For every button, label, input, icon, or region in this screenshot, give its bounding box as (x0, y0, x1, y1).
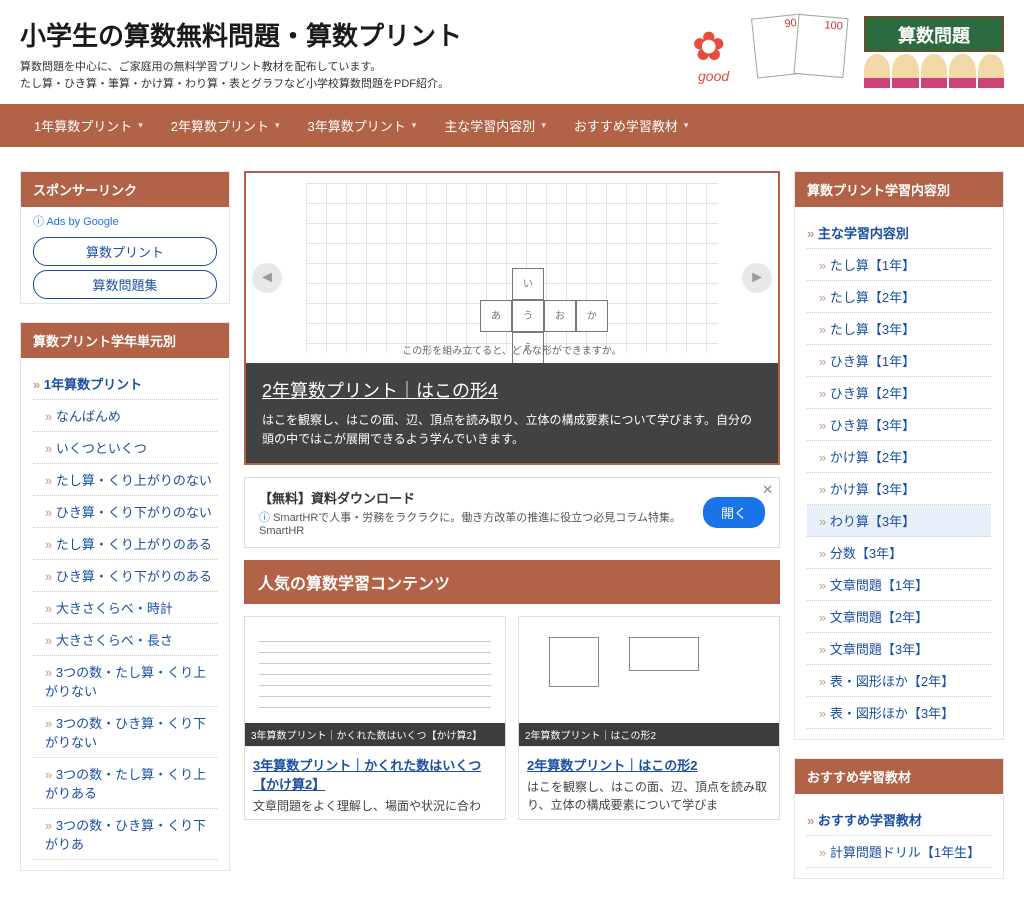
slide-title-link[interactable]: 2年算数プリント｜はこの形4 (262, 377, 762, 403)
card-desc: はこを観察し、はこの面、辺、頂点を読み取り、立体の構成要素について学びま (519, 778, 779, 818)
grade-item-4[interactable]: たし算・くり上がりのある (33, 528, 217, 560)
card-title-link[interactable]: 2年算数プリント｜はこの形2 (519, 747, 779, 778)
slider-next-button[interactable]: ► (742, 263, 772, 293)
ad-pill-1[interactable]: 算数問題集 (33, 270, 217, 299)
content-category-box: 算数プリント学習内容別 主な学習内容別 たし算【1年】たし算【2年】たし算【3年… (794, 171, 1004, 740)
ad-close-icon[interactable]: ✕ (762, 482, 773, 498)
featured-slider: いあうおかえ この形を組み立てると、どんな形ができますか。 ◄ ► 2年算数プリ… (244, 171, 780, 465)
kids-illustration (864, 54, 1004, 88)
card-title-link[interactable]: 3年算数プリント｜かくれた数はいくつ【かけ算2】 (245, 747, 505, 797)
nav-item-4[interactable]: おすすめ学習教材 (560, 104, 703, 147)
grade-item-3[interactable]: ひき算・くり下がりのない (33, 496, 217, 528)
card-thumb[interactable]: 2年算数プリント｜はこの形2 (519, 617, 779, 747)
recommended-title: おすすめ学習教材 (795, 759, 1003, 794)
sponsor-title: スポンサーリンク (21, 172, 229, 207)
category-item-14[interactable]: 表・図形ほか【3年】 (807, 697, 991, 729)
category-item-5[interactable]: ひき算【3年】 (807, 409, 991, 441)
main-nav: 1年算数プリント2年算数プリント3年算数プリント主な学習内容別おすすめ学習教材 (0, 104, 1024, 147)
grade-item-10[interactable]: 3つの数・たし算・くり上がりある (33, 758, 217, 809)
nav-item-2[interactable]: 3年算数プリント (294, 104, 431, 147)
slide-description: はこを観察し、はこの面、辺、頂点を読み取り、立体の構成要素について学びます。自分… (262, 411, 762, 449)
grade-item-7[interactable]: 大きさくらべ・長さ (33, 624, 217, 656)
content-category-title: 算数プリント学習内容別 (795, 172, 1003, 207)
category-item-7[interactable]: かけ算【3年】 (807, 473, 991, 505)
ad-open-button[interactable]: 開く (703, 497, 765, 528)
grade-item-2[interactable]: たし算・くり上がりのない (33, 464, 217, 496)
site-description-1: 算数問題を中心に、ご家庭用の無料学習プリント教材を配布しています。 (20, 59, 686, 76)
category-item-2[interactable]: たし算【3年】 (807, 313, 991, 345)
popular-section-title: 人気の算数学習コンテンツ (244, 560, 780, 604)
site-header: 小学生の算数無料問題・算数プリント 算数問題を中心に、ご家庭用の無料学習プリント… (0, 0, 1024, 104)
category-item-9[interactable]: 分数【3年】 (807, 537, 991, 569)
slide-image: いあうおかえ この形を組み立てると、どんな形ができますか。 ◄ ► (246, 173, 778, 363)
ads-by-label: Ads by Google (21, 207, 229, 233)
site-description-2: たし算・ひき算・筆算・かけ算・わり算・表とグラフなど小学校算数問題をPDF紹介。 (20, 76, 686, 93)
header-banner: 算数問題 (864, 16, 1004, 52)
category-item-0[interactable]: たし算【1年】 (807, 249, 991, 281)
category-item-1[interactable]: たし算【2年】 (807, 281, 991, 313)
ad-title: 【無料】資料ダウンロード (259, 488, 693, 507)
category-item-12[interactable]: 文章問題【3年】 (807, 633, 991, 665)
ad-pill-0[interactable]: 算数プリント (33, 237, 217, 266)
category-item-4[interactable]: ひき算【2年】 (807, 377, 991, 409)
recommended-box: おすすめ学習教材 おすすめ学習教材 計算問題ドリル【1年生】 (794, 758, 1004, 879)
grade-item-8[interactable]: 3つの数・たし算・くり上がりない (33, 656, 217, 707)
popular-card-1: 2年算数プリント｜はこの形22年算数プリント｜はこの形2はこを観察し、はこの面、… (518, 616, 780, 820)
recommended-head[interactable]: おすすめ学習教材 (807, 804, 991, 836)
card-tag: 2年算数プリント｜はこの形2 (519, 723, 779, 746)
category-item-11[interactable]: 文章問題【2年】 (807, 601, 991, 633)
grade-item-5[interactable]: ひき算・くり下がりのある (33, 560, 217, 592)
ad-subtitle: SmartHRで人事・労務をラクラクに。働き方改革の推進に役立つ必見コラム特集。… (259, 509, 693, 537)
grade-item-9[interactable]: 3つの数・ひき算・くり下がりない (33, 707, 217, 758)
grade-unit-title: 算数プリント学年単元別 (21, 323, 229, 358)
grade-item-0[interactable]: なんばんめ (33, 400, 217, 432)
grade-item-1[interactable]: いくつといくつ (33, 432, 217, 464)
grade-item-6[interactable]: 大きさくらべ・時計 (33, 592, 217, 624)
card-desc: 文章問題をよく理解し、場面や状況に合わ (245, 797, 505, 819)
grade-unit-box: 算数プリント学年単元別 1年算数プリント なんばんめいくつといくつたし算・くり上… (20, 322, 230, 871)
nav-item-0[interactable]: 1年算数プリント (20, 104, 157, 147)
inline-ad: 【無料】資料ダウンロード SmartHRで人事・労務をラクラクに。働き方改革の推… (244, 477, 780, 548)
card-thumb[interactable]: 3年算数プリント｜かくれた数はいくつ【かけ算2】 (245, 617, 505, 747)
category-item-8[interactable]: わり算【3年】 (807, 505, 991, 537)
nav-item-3[interactable]: 主な学習内容別 (430, 104, 560, 147)
rec-item-0[interactable]: 計算問題ドリル【1年生】 (807, 836, 991, 868)
category-item-10[interactable]: 文章問題【1年】 (807, 569, 991, 601)
category-item-3[interactable]: ひき算【1年】 (807, 345, 991, 377)
card-tag: 3年算数プリント｜かくれた数はいくつ【かけ算2】 (245, 723, 505, 746)
sponsor-box: スポンサーリンク Ads by Google 算数プリント算数問題集 (20, 171, 230, 304)
site-title[interactable]: 小学生の算数無料問題・算数プリント (20, 16, 686, 53)
content-category-head[interactable]: 主な学習内容別 (807, 217, 991, 249)
nav-item-1[interactable]: 2年算数プリント (157, 104, 294, 147)
slide-caption-small: この形を組み立てると、どんな形ができますか。 (246, 342, 778, 357)
category-item-13[interactable]: 表・図形ほか【2年】 (807, 665, 991, 697)
grade-unit-head[interactable]: 1年算数プリント (33, 368, 217, 400)
popular-card-0: 3年算数プリント｜かくれた数はいくつ【かけ算2】3年算数プリント｜かくれた数はい… (244, 616, 506, 820)
grade-item-11[interactable]: 3つの数・ひき算・くり下がりあ (33, 809, 217, 860)
header-doodle: 90 100 (686, 16, 856, 88)
slider-prev-button[interactable]: ◄ (252, 263, 282, 293)
category-item-6[interactable]: かけ算【2年】 (807, 441, 991, 473)
